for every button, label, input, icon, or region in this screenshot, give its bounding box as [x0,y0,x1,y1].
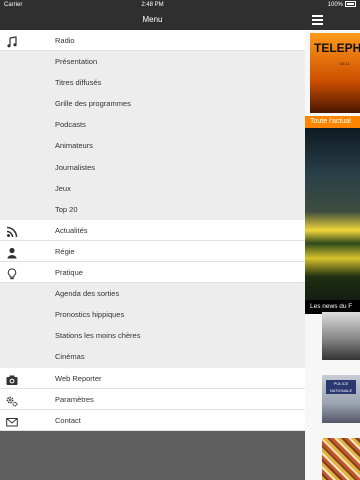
menu-list: Radio Présentation Titres diffusés Grille d… [0,30,305,431]
menu-item-label: Podcasts [55,120,86,130]
news-thumbnail[interactable] [322,438,360,480]
menu-item-stations-les-moins-cheres[interactable]: Stations les moins chères [0,325,305,347]
news-section-label[interactable]: Toute l'actual [305,116,360,128]
battery-percent: 100% [327,2,343,8]
menu-item-pronostics-hippiques[interactable]: Pronostics hippiques [0,304,305,326]
news-thumbnail[interactable] [322,312,360,360]
menu-item-journalistes[interactable]: Journalistes [0,156,305,178]
menu-item-titres-diffuses[interactable]: Titres diffusés [0,72,305,94]
rss-icon [6,225,18,237]
menu-item-presentation[interactable]: Présentation [0,51,305,73]
menu-item-label: Stations les moins chères [55,331,141,341]
menu-item-regie[interactable]: Régie [0,240,305,263]
news-photo[interactable] [305,128,360,314]
menu-item-actualites[interactable]: Actualités [0,219,305,241]
menu-item-label: Pratique [55,268,83,278]
status-bar: Carrier 2:48 PM 100% [0,0,360,10]
menu-item-animateurs[interactable]: Animateurs [0,135,305,157]
menu-item-contact[interactable]: Contact [0,409,305,431]
menu-item-label: Titres diffusés [55,78,102,88]
menu-item-label: Web Reporter [55,373,102,383]
news-thumbnail[interactable]: POLICE NATIONALE [322,375,360,423]
police-sign: POLICE NATIONALE [326,380,356,394]
menu-item-podcasts[interactable]: Podcasts [0,114,305,136]
content-topbar [305,10,360,30]
hamburger-menu-icon[interactable] [312,15,323,25]
menu-item-label: Présentation [55,57,98,67]
side-menu: Menu Radio Présentation Titres diffusés Gri… [0,10,305,480]
menu-item-pratique[interactable]: Pratique [0,262,305,284]
menu-item-label: Paramètres [55,394,94,404]
gears-icon [6,394,18,407]
menu-item-parametres[interactable]: Paramètres [0,388,305,410]
menu-item-label: Pronostics hippiques [55,310,125,320]
menu-item-radio[interactable]: Radio [0,30,305,52]
menu-item-grille-des-programmes[interactable]: Grille des programmes [0,93,305,115]
menu-item-label: Jeux [55,183,71,193]
battery-indicator: 100% [328,0,356,10]
menu-item-label: Journalistes [55,162,96,172]
radio-banner-image[interactable]: TELEPH LE LI [310,33,360,113]
envelope-icon [6,415,18,427]
menu-item-label: Radio [55,36,75,45]
banner-title: TELEPH [314,41,360,55]
menu-title: Menu [0,10,305,30]
menu-item-label: Grille des programmes [55,99,131,109]
menu-item-label: Cinémas [55,352,85,362]
menu-item-label: Agenda des sorties [55,289,120,299]
battery-icon [345,1,356,8]
menu-item-label: Actualités [55,225,88,235]
content-panel: TELEPH LE LI Toute l'actual Les news du … [305,10,360,480]
clock: 2:48 PM [141,2,164,8]
banner-subtitle: LE LI [340,61,350,66]
menu-item-label: Top 20 [55,204,78,214]
menu-item-web-reporter[interactable]: Web Reporter [0,367,305,389]
menu-item-label: Régie [55,246,75,256]
menu-item-jeux[interactable]: Jeux [0,177,305,199]
lightbulb-icon [6,267,18,280]
camera-icon [6,373,18,385]
menu-item-cinemas[interactable]: Cinémas [0,346,305,368]
person-icon [6,246,18,259]
menu-item-label: Contact [55,415,81,425]
music-note-icon [6,35,18,48]
menu-item-top-20[interactable]: Top 20 [0,198,305,220]
menu-item-label: Animateurs [55,141,93,151]
menu-item-agenda-des-sorties[interactable]: Agenda des sorties [0,283,305,305]
